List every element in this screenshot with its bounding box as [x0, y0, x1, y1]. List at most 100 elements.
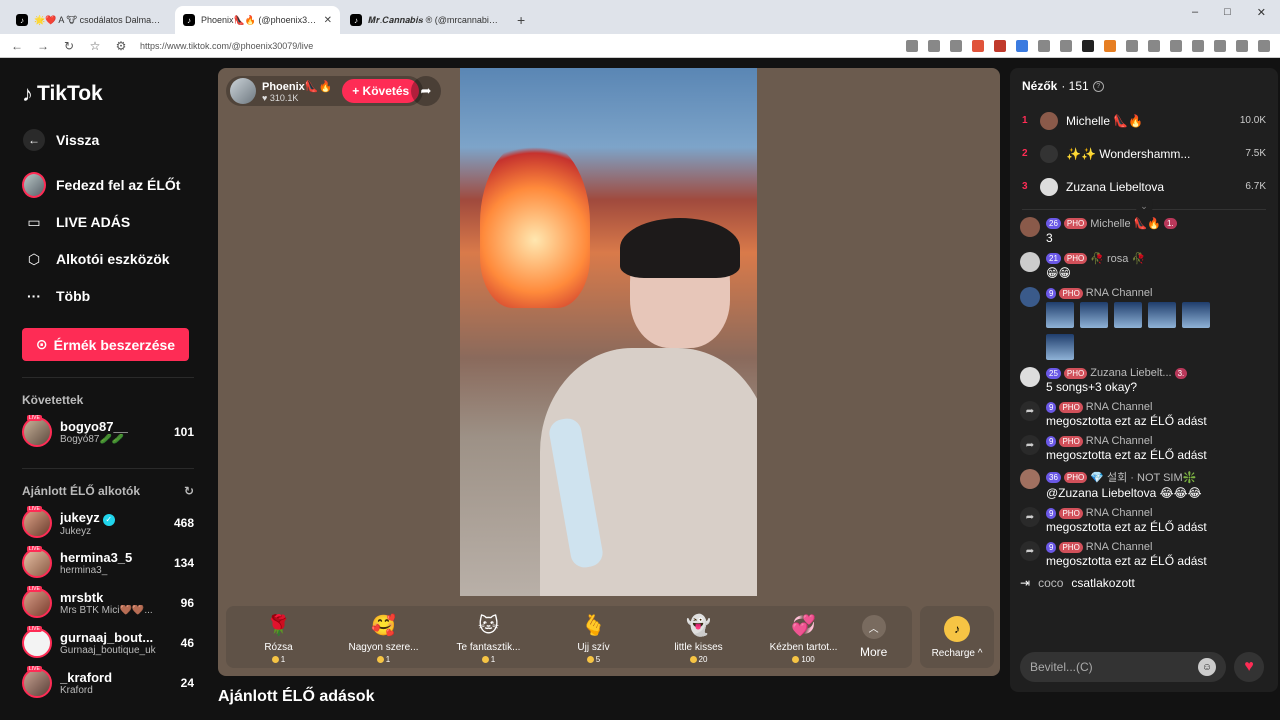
- video-camera-icon: ▭: [27, 213, 41, 230]
- streamer-name[interactable]: Phoenix👠🔥: [262, 80, 332, 93]
- tiktok-logo[interactable]: ♪ TikTok: [22, 81, 194, 107]
- url-text[interactable]: https://www.tiktok.com/@phoenix30079/liv…: [140, 41, 313, 51]
- browser-tab[interactable]: ♪ 𝑴𝒓.𝑪𝒂𝒏𝒏𝒂𝒃𝒊𝒔 ® (@mrcannabis_): [342, 6, 507, 34]
- forward-icon[interactable]: →: [36, 39, 50, 53]
- like-count: ♥ 310.1K: [262, 92, 299, 103]
- tab-title: 𝑴𝒓.𝑪𝒂𝒏𝒏𝒂𝒃𝒊𝒔 ® (@mrcannabis_): [368, 14, 499, 25]
- top-viewer[interactable]: 2 ✨✨ Wondershamm... 7.5K: [1010, 137, 1278, 170]
- live-stage: Phoenix👠🔥 ♥ 310.1K + Követés ➦ 🌹 Rózsa 1 🥰…: [218, 68, 1000, 676]
- streamer-hair: [620, 218, 740, 278]
- extension-icon[interactable]: [1214, 39, 1226, 52]
- puzzle-icon[interactable]: [1126, 39, 1138, 52]
- bookmark-icon[interactable]: ☆: [88, 39, 102, 53]
- refresh-icon[interactable]: ↻: [184, 484, 194, 498]
- top-viewer[interactable]: 1 Michelle 👠🔥 10.0K: [1010, 104, 1278, 137]
- chat-message[interactable]: ➦ 9 PHO RNA Channel megosztotta ezt az ÉLŐ a…: [1020, 541, 1268, 568]
- extension-icon[interactable]: [1082, 39, 1094, 52]
- gift-item[interactable]: 🥰 Nagyon szere... 1: [331, 610, 436, 665]
- coin-icon: ⊙: [35, 336, 48, 352]
- chat-input[interactable]: Bevitel...(C) ☺: [1020, 652, 1226, 682]
- nav-more[interactable]: ··· Több: [22, 278, 194, 314]
- nav-back[interactable]: ← Vissza: [22, 122, 194, 158]
- chat-message[interactable]: 36 PHO 💎 설회 · NOT SIM❇️ @Zuzana Liebeltova …: [1020, 469, 1268, 500]
- reload-icon[interactable]: ↻: [62, 39, 76, 53]
- fireplace-image: [480, 138, 590, 308]
- get-coins-button[interactable]: ⊙ Érmék beszerzése: [22, 328, 189, 361]
- recommended-item[interactable]: LIVE _kraford Kraford 24: [22, 663, 194, 703]
- following-item[interactable]: LIVE bogyo87__ Bogyó87🥒🥒 101: [22, 412, 194, 452]
- close-window-icon[interactable]: ✕: [1257, 6, 1266, 19]
- live-video[interactable]: [460, 68, 757, 596]
- chat-message[interactable]: 9 PHO RNA Channel: [1020, 287, 1268, 360]
- avatar: [1020, 252, 1040, 272]
- follow-button[interactable]: + Követés: [342, 79, 420, 103]
- finger-heart-icon: 🫰: [581, 614, 606, 637]
- verified-icon: ✓: [102, 513, 115, 526]
- recharge-button[interactable]: ♪ Recharge ^: [920, 606, 994, 668]
- share-icon[interactable]: ➦: [411, 76, 441, 106]
- rewards-icon[interactable]: [994, 39, 1006, 52]
- chat-message[interactable]: ➦ 9 PHO RNA Channel megosztotta ezt az ÉLŐ a…: [1020, 507, 1268, 534]
- avatar: LIVE: [22, 506, 52, 538]
- chat-message[interactable]: 21 PHO 🥀 rosa 🥀 😁😁: [1020, 252, 1268, 280]
- heart-icon[interactable]: ♥: [1234, 652, 1264, 682]
- chat-message[interactable]: ➦ 9 PHO RNA Channel megosztotta ezt az ÉLŐ a…: [1020, 435, 1268, 462]
- avatar: [1040, 111, 1058, 130]
- gift-item[interactable]: 🌹 Rózsa 1: [226, 610, 331, 665]
- recommended-item[interactable]: LIVE gurnaaj_bout... Gurnaaj_boutique_uk …: [22, 623, 194, 663]
- share-page-icon[interactable]: [950, 39, 962, 52]
- menu-icon[interactable]: [1258, 39, 1270, 52]
- extension-icon[interactable]: [1016, 39, 1028, 52]
- following-title: Követettek: [22, 393, 84, 407]
- chat-message[interactable]: 26 PHO Michelle 👠🔥 1. 3: [1020, 217, 1268, 245]
- recommended-item[interactable]: LIVE jukeyz ✓ Jukeyz 468: [22, 503, 194, 543]
- top-viewer[interactable]: 3 Zuzana Liebeltova 6.7K: [1010, 170, 1278, 203]
- emoji-icon[interactable]: ☺: [1198, 658, 1216, 676]
- nav-explore-live[interactable]: Fedezd fel az ÉLŐt: [22, 167, 194, 203]
- minimize-icon[interactable]: –: [1192, 6, 1198, 19]
- vpn-icon[interactable]: [1236, 39, 1248, 52]
- share-icon: ➦: [1020, 435, 1040, 455]
- divider: [22, 468, 194, 469]
- tiktok-favicon-icon: ♪: [16, 14, 28, 26]
- tab-title: Phoenix👠🔥 (@phoenix30079): [201, 14, 318, 25]
- brave-shield-icon[interactable]: [972, 39, 984, 52]
- recommended-item[interactable]: LIVE hermina3_5 hermina3_ 134: [22, 543, 194, 583]
- join-icon: ⇥: [1020, 576, 1031, 590]
- close-tab-icon[interactable]: ✕: [324, 15, 332, 26]
- sidebar-icon[interactable]: [1170, 39, 1182, 52]
- avatar: [1020, 217, 1040, 237]
- gift-item[interactable]: 👻 little kisses 20: [646, 610, 751, 665]
- gift-item[interactable]: 💞 Kézben tartot... 100: [751, 610, 856, 665]
- extension-icon[interactable]: [1148, 39, 1160, 52]
- extension-icon[interactable]: [1060, 39, 1072, 52]
- streamer-avatar[interactable]: [230, 78, 256, 104]
- back-icon[interactable]: ←: [10, 39, 24, 53]
- gift-item[interactable]: 🫰 Ujj szív 5: [541, 610, 646, 665]
- nav-go-live[interactable]: ▭ LIVE ADÁS: [22, 204, 194, 240]
- maximize-icon[interactable]: □: [1224, 6, 1231, 19]
- viewers-header[interactable]: Nézők · 151 ?: [1010, 68, 1278, 104]
- browser-tab[interactable]: ♪ 🌟❤️ A 🐮 csodálatos Dalma🧝 (@...: [8, 6, 173, 34]
- info-icon[interactable]: ?: [1092, 80, 1104, 92]
- extension-icon[interactable]: [906, 39, 918, 52]
- chevron-down-icon[interactable]: ⌄: [1136, 201, 1152, 212]
- extension-icon[interactable]: [1038, 39, 1050, 52]
- browser-tab-bar: ♪ 🌟❤️ A 🐮 csodálatos Dalma🧝 (@... ♪ Phoeni…: [0, 0, 1280, 34]
- recommended-item[interactable]: LIVE mrsbtk Mrs BTK Mici🤎🤎... 96: [22, 583, 194, 623]
- wallet-icon[interactable]: [1192, 39, 1204, 52]
- gift-item[interactable]: 🐱 Te fantasztik... 1: [436, 610, 541, 665]
- new-tab-button[interactable]: +: [509, 6, 533, 34]
- coin-icon: [271, 656, 279, 663]
- nav-creator-tools[interactable]: ⬡ Alkotói eszközök: [22, 241, 194, 277]
- chat-message[interactable]: ➦ 9 PHO RNA Channel megosztotta ezt az ÉLŐ a…: [1020, 401, 1268, 428]
- chat-message[interactable]: 25 PHO Zuzana Liebelt... 3. 5 songs+3 okay?: [1020, 367, 1268, 394]
- more-gifts-button[interactable]: ︿ More: [860, 615, 887, 659]
- address-bar: ← → ↻ ☆ ⚙ https://www.tiktok.com/@phoeni…: [0, 34, 1280, 58]
- browser-tab-active[interactable]: ♪ Phoenix👠🔥 (@phoenix30079) ✕: [175, 6, 340, 34]
- extension-icon[interactable]: [1104, 39, 1116, 52]
- zoom-icon[interactable]: [928, 39, 940, 52]
- share-icon: ➦: [1020, 401, 1040, 421]
- site-info-icon[interactable]: ⚙: [114, 39, 128, 53]
- url-box[interactable]: ⚙ https://www.tiktok.com/@phoenix30079/l…: [114, 39, 894, 53]
